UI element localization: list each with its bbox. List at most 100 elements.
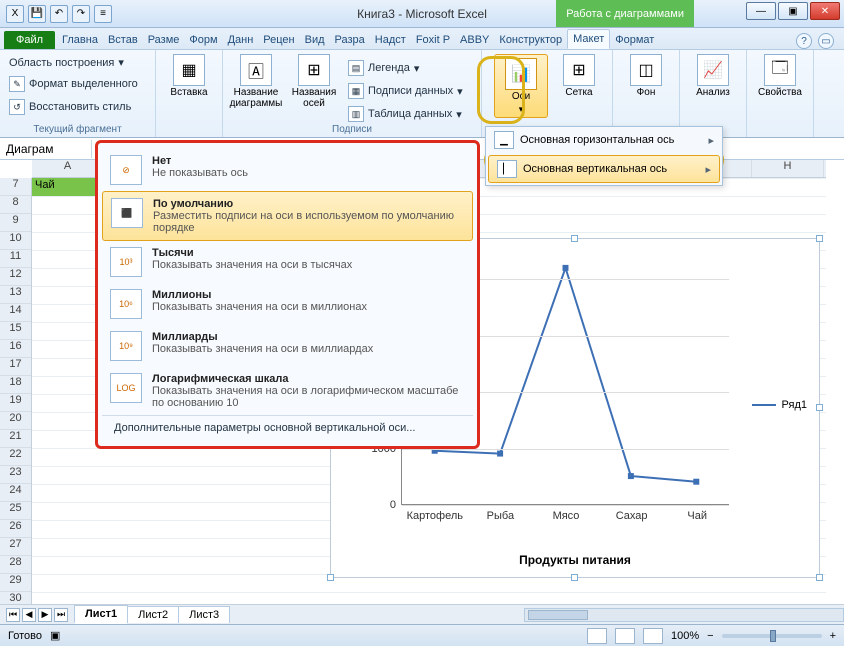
x-tick: Чай	[687, 504, 707, 522]
tab-abby[interactable]: ABBY	[455, 31, 494, 49]
axis-opt-billions[interactable]: 10⁹ МиллиардыПоказывать значения на оси …	[102, 325, 473, 367]
background-icon: ◫	[630, 54, 662, 86]
axis-opt-none[interactable]: ⊘ НетНе показывать ось	[102, 149, 473, 191]
zoom-level[interactable]: 100%	[671, 630, 699, 642]
row-header[interactable]: 16	[0, 340, 31, 358]
data-labels-button[interactable]: ▦Подписи данных ▾	[345, 81, 475, 101]
row-header[interactable]: 19	[0, 394, 31, 412]
properties-button[interactable]: 🗔Свойства	[753, 54, 807, 99]
insert-button[interactable]: ▦Вставка	[162, 54, 216, 99]
row-header[interactable]: 27	[0, 538, 31, 556]
chart-element-selector[interactable]: Область построения ▾	[6, 54, 149, 71]
tab-insert[interactable]: Встав	[103, 31, 143, 49]
view-page-break[interactable]	[643, 628, 663, 644]
tab-addins[interactable]: Надст	[370, 31, 411, 49]
row-header[interactable]: 26	[0, 520, 31, 538]
tab-chart-format[interactable]: Формат	[610, 31, 659, 49]
col-h[interactable]: H	[752, 160, 824, 177]
sheet-tab-2[interactable]: Лист2	[127, 606, 179, 623]
analysis-button[interactable]: 📈Анализ	[686, 54, 740, 99]
tab-view[interactable]: Вид	[300, 31, 330, 49]
tab-layout[interactable]: Разме	[143, 31, 185, 49]
cell-a7[interactable]: Чай	[32, 178, 104, 196]
row-header[interactable]: 9	[0, 214, 31, 232]
zoom-in[interactable]: +	[830, 630, 836, 642]
sheet-tab-3[interactable]: Лист3	[178, 606, 230, 623]
tab-dev[interactable]: Разра	[330, 31, 370, 49]
minimize-button[interactable]: —	[746, 2, 776, 20]
axis-log-icon: LOG	[110, 373, 142, 403]
row-header[interactable]: 11	[0, 250, 31, 268]
tab-file[interactable]: Файл	[4, 31, 55, 49]
maximize-button[interactable]: ▣	[778, 2, 808, 20]
data-table-button[interactable]: ▥Таблица данных ▾	[345, 104, 475, 124]
row-header[interactable]: 15	[0, 322, 31, 340]
close-button[interactable]: ✕	[810, 2, 840, 20]
tab-foxit[interactable]: Foxit P	[411, 31, 455, 49]
reset-style-button[interactable]: ↺Восстановить стиль	[6, 97, 149, 117]
row-header[interactable]: 18	[0, 376, 31, 394]
horizontal-scrollbar[interactable]	[524, 608, 844, 622]
axis-opt-default[interactable]: ⬛ По умолчаниюРазместить подписи на оси …	[102, 191, 473, 241]
row-header[interactable]: 13	[0, 286, 31, 304]
legend-button[interactable]: ▤Легенда ▾	[345, 58, 475, 78]
row-header[interactable]: 21	[0, 430, 31, 448]
row-header[interactable]: 8	[0, 196, 31, 214]
tab-home[interactable]: Главна	[57, 31, 103, 49]
zoom-out[interactable]: −	[707, 630, 713, 642]
axis-default-icon: ⬛	[111, 198, 143, 228]
tab-data[interactable]: Данн	[223, 31, 259, 49]
excel-icon[interactable]: X	[6, 5, 24, 23]
row-header[interactable]: 22	[0, 448, 31, 466]
zoom-slider[interactable]	[722, 634, 822, 638]
ribbon-minimize-icon[interactable]: ▭	[818, 33, 834, 49]
row-header[interactable]: 28	[0, 556, 31, 574]
axes-sub-horizontal[interactable]: ▁ Основная горизонтальная ось▸	[486, 127, 722, 153]
tab-chart-layout[interactable]: Макет	[567, 29, 610, 49]
sheet-nav-next[interactable]: ▶	[38, 608, 52, 622]
tab-formulas[interactable]: Форм	[184, 31, 222, 49]
axis-opt-more[interactable]: Дополнительные параметры основной вертик…	[102, 415, 473, 440]
axis-opt-millions[interactable]: 10⁶ МиллионыПоказывать значения на оси в…	[102, 283, 473, 325]
sheet-nav-first[interactable]: ⏮	[6, 608, 20, 622]
row-header[interactable]: 20	[0, 412, 31, 430]
redo-icon[interactable]: ↷	[72, 5, 90, 23]
axes-button[interactable]: 📊Оси▾	[494, 54, 548, 118]
sheet-nav-prev[interactable]: ◀	[22, 608, 36, 622]
name-box[interactable]: Диаграм	[0, 140, 92, 158]
axis-title-icon: ⊞	[298, 54, 330, 86]
x-axis-title[interactable]: Продукты питания	[331, 553, 819, 567]
view-page-layout[interactable]	[615, 628, 635, 644]
axis-opt-log[interactable]: LOG Логарифмическая шкалаПоказывать знач…	[102, 367, 473, 415]
chart-tools-contextual: Работа с диаграммами	[556, 0, 694, 27]
tab-design[interactable]: Конструктор	[494, 31, 567, 49]
undo-icon[interactable]: ↶	[50, 5, 68, 23]
row-header[interactable]: 7	[0, 178, 31, 196]
axis-opt-thousands[interactable]: 10³ ТысячиПоказывать значения на оси в т…	[102, 241, 473, 283]
row-header[interactable]: 10	[0, 232, 31, 250]
row-header[interactable]: 17	[0, 358, 31, 376]
col-a[interactable]: A	[32, 160, 104, 177]
row-header[interactable]: 25	[0, 502, 31, 520]
help-icon[interactable]: ?	[796, 33, 812, 49]
row-header[interactable]: 29	[0, 574, 31, 592]
row-header[interactable]: 23	[0, 466, 31, 484]
row-header[interactable]: 14	[0, 304, 31, 322]
chart-legend[interactable]: Ряд1	[752, 399, 807, 411]
chart-title-button[interactable]: 🄰Название диаграммы	[229, 54, 283, 124]
sheet-nav-last[interactable]: ⏭	[54, 608, 68, 622]
background-button[interactable]: ◫Фон	[619, 54, 673, 99]
sheet-tab-1[interactable]: Лист1	[74, 605, 128, 624]
axis-titles-button[interactable]: ⊞Названия осей	[287, 54, 341, 124]
properties-icon: 🗔	[764, 54, 796, 86]
view-normal[interactable]	[587, 628, 607, 644]
row-header[interactable]: 24	[0, 484, 31, 502]
tab-review[interactable]: Рецен	[258, 31, 299, 49]
gridlines-button[interactable]: ⊞Сетка	[552, 54, 606, 118]
qat-more-icon[interactable]: ≡	[94, 5, 112, 23]
row-header[interactable]: 12	[0, 268, 31, 286]
format-selection-button[interactable]: ✎Формат выделенного	[6, 74, 149, 94]
macro-record-icon[interactable]: ▣	[50, 629, 60, 642]
axes-sub-vertical[interactable]: ▏ Основная вертикальная ось▸	[488, 155, 720, 183]
save-icon[interactable]: 💾	[28, 5, 46, 23]
